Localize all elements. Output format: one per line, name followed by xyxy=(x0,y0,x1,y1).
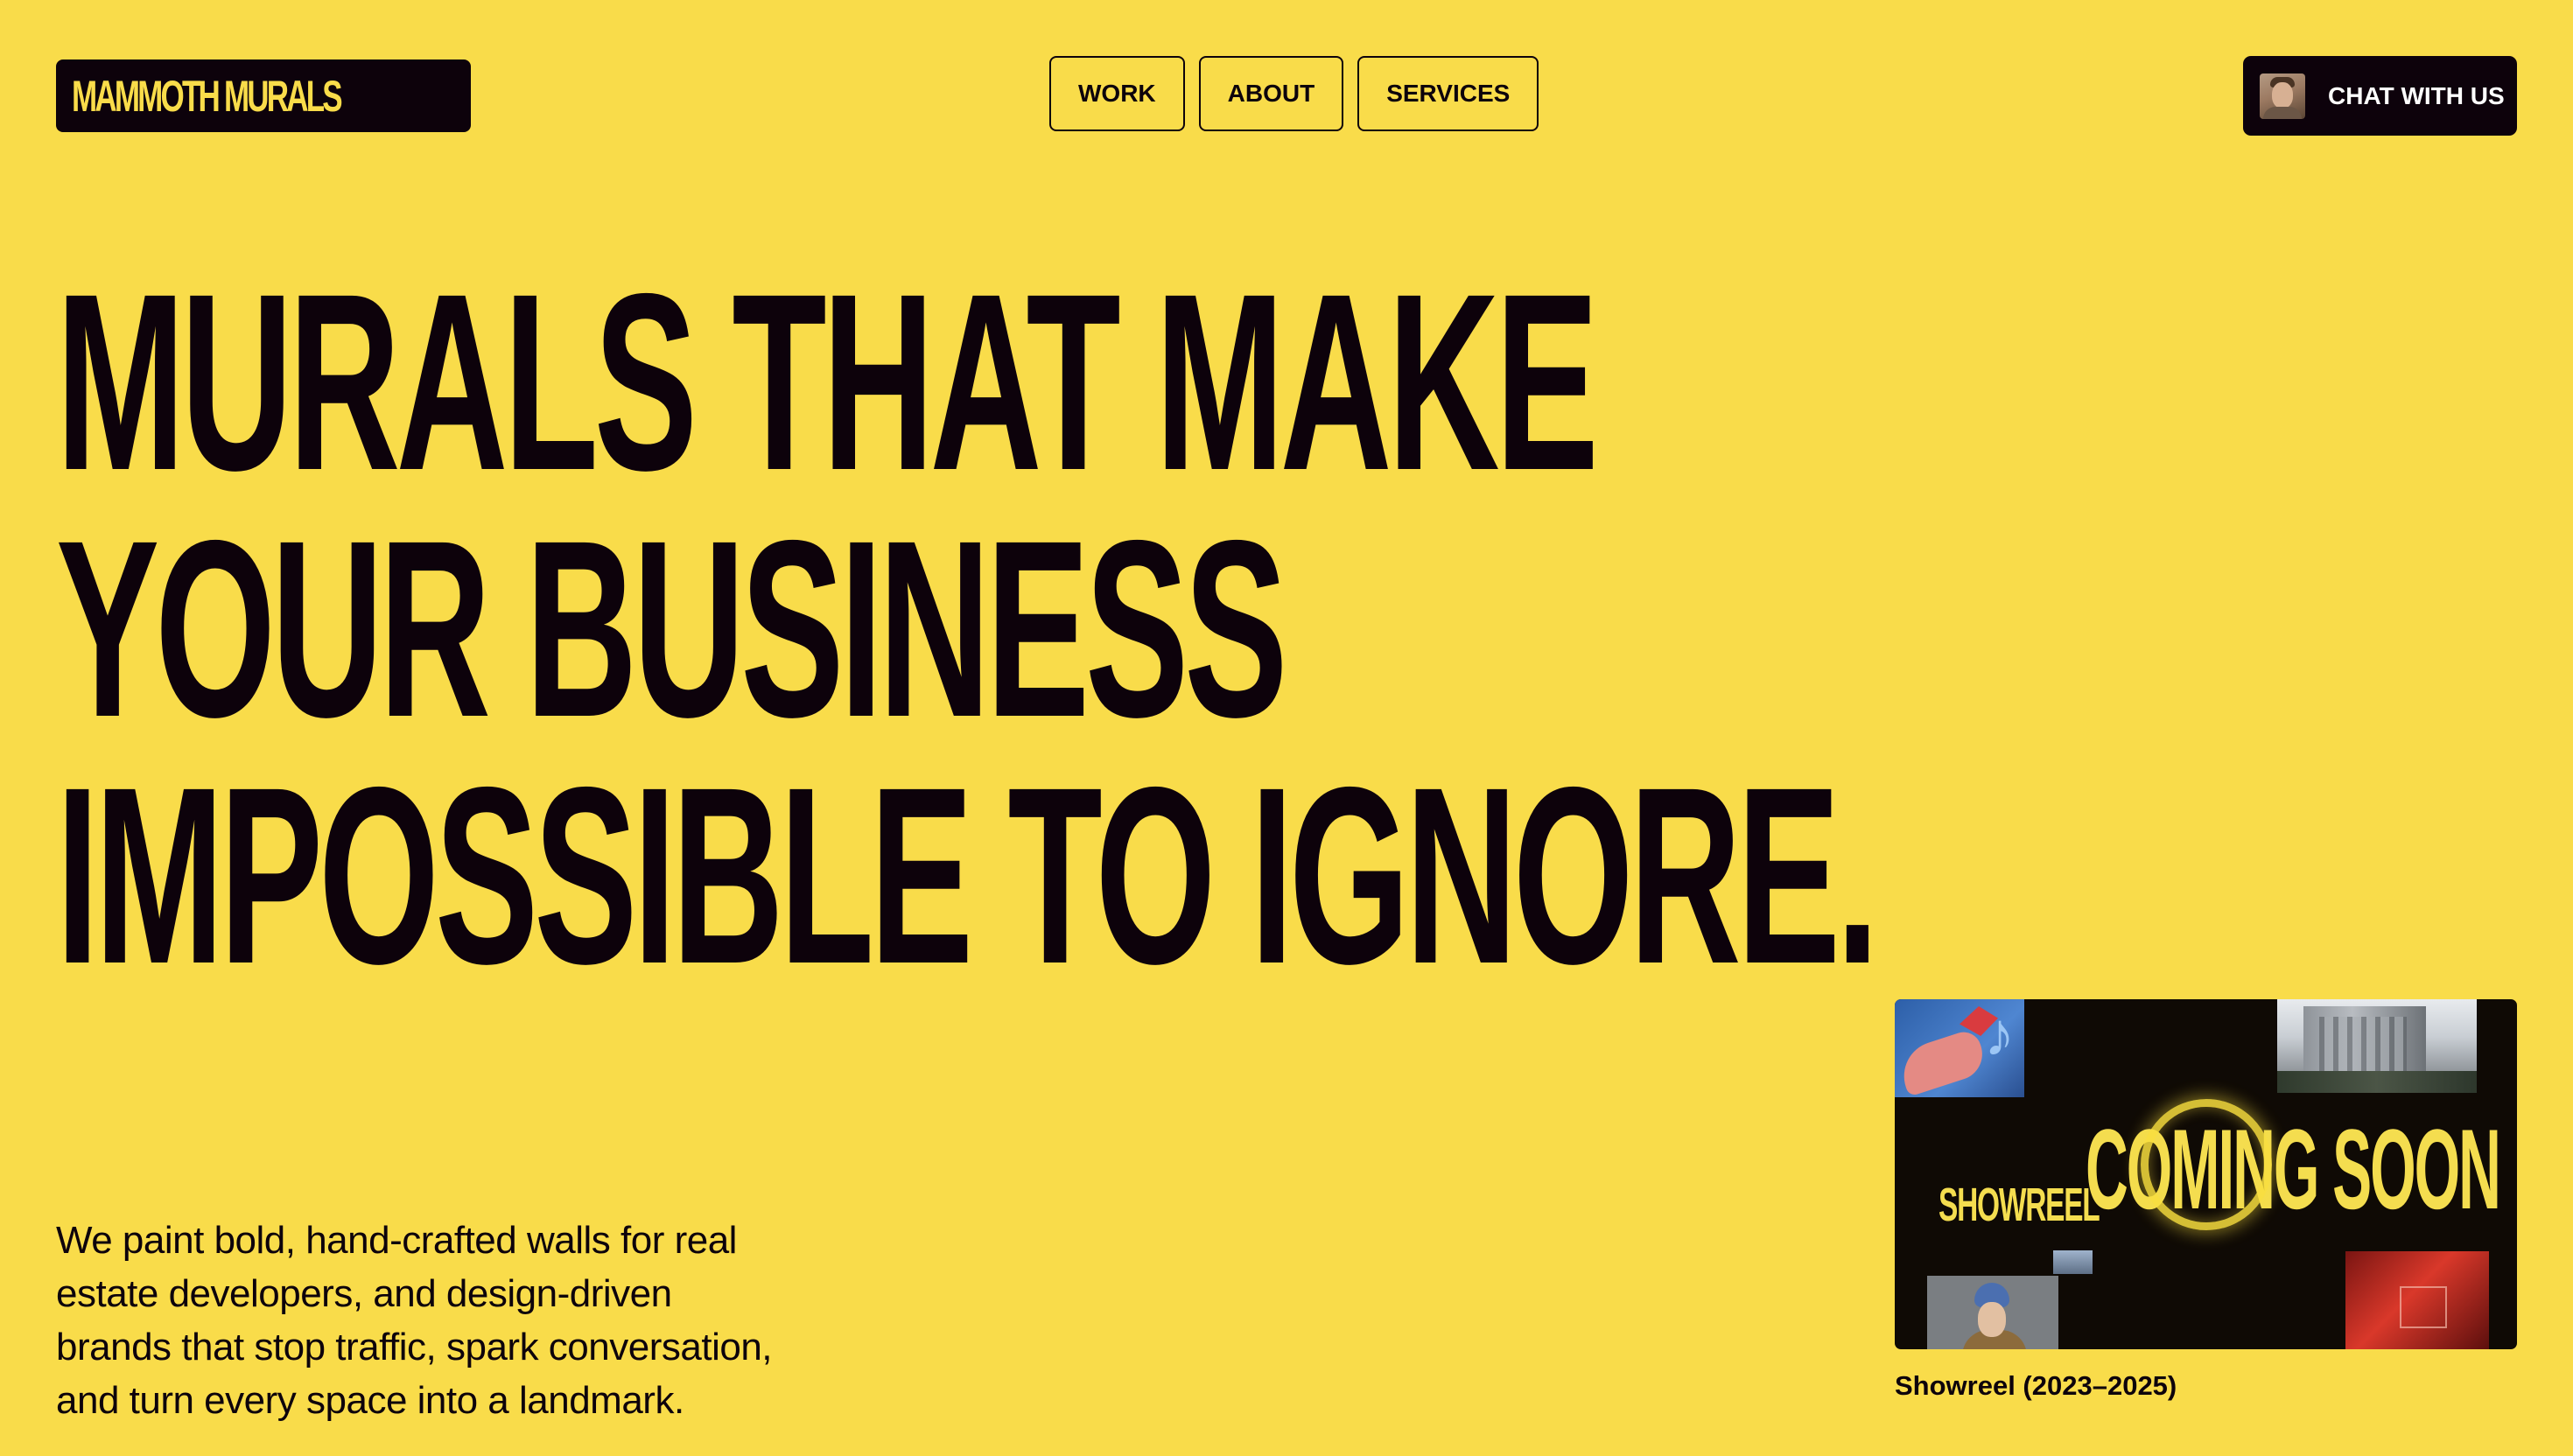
trees-shape xyxy=(2277,1071,2477,1093)
nav-work-button[interactable]: WORK xyxy=(1049,56,1185,131)
intro-line-4: and turn every space into a landmark. xyxy=(56,1379,684,1422)
nav-about-button[interactable]: ABOUT xyxy=(1198,56,1344,131)
nav-services-button[interactable]: SERVICES xyxy=(1357,56,1539,131)
headline-line-1: MURALS THAT MAKE xyxy=(56,242,1599,523)
showreel-video[interactable]: ♪ SHOWREEL COMING SOON xyxy=(1895,999,2517,1349)
thumb-small-building xyxy=(2053,1250,2093,1274)
page: MAMMOTH MURALS WORK ABOUT SERVICES CHAT … xyxy=(0,0,2573,1456)
thumb-building-mural xyxy=(2277,999,2477,1093)
portrait-face-shape xyxy=(1978,1302,2006,1337)
chat-button-label: CHAT WITH US xyxy=(2328,81,2505,109)
thumb-hand-crane-mural: ♪ xyxy=(1895,999,2024,1097)
avatar-face xyxy=(2272,81,2293,108)
logo[interactable]: MAMMOTH MURALS xyxy=(56,60,472,132)
headline-line-3: IMPOSSIBLE TO IGNORE. xyxy=(56,735,1879,1017)
intro-line-3: brands that stop traffic, spark conversa… xyxy=(56,1326,773,1368)
chat-with-us-button[interactable]: CHAT WITH US xyxy=(2243,56,2517,136)
thumb-red-mural xyxy=(2345,1251,2489,1349)
thumb-pearl-earring-mural xyxy=(1927,1276,2058,1349)
sign-shape xyxy=(2400,1286,2447,1328)
showreel-caption: Showreel (2023–2025) xyxy=(1895,1370,2177,1401)
hero-headline: MURALS THAT MAKE YOUR BUSINESS IMPOSSIBL… xyxy=(56,242,2573,1017)
headline-line-2: YOUR BUSINESS xyxy=(56,488,1287,770)
intro-line-1: We paint bold, hand-crafted walls for re… xyxy=(56,1219,737,1262)
intro-line-2: estate developers, and design-driven xyxy=(56,1272,672,1315)
hand-shape xyxy=(1895,1027,1989,1097)
coming-soon-text: COMING SOON xyxy=(2086,1105,2501,1233)
avatar xyxy=(2260,73,2305,119)
hero-intro: We paint bold, hand-crafted walls for re… xyxy=(56,1214,844,1427)
main-nav: WORK ABOUT SERVICES xyxy=(1049,56,1539,131)
music-note-icon: ♪ xyxy=(1984,1000,2015,1068)
showreel-label: SHOWREEL xyxy=(1939,1179,2100,1231)
building-mural-detail xyxy=(2319,1017,2407,1078)
logo-text: MAMMOTH MURALS xyxy=(72,71,343,121)
avatar-shirt xyxy=(2263,106,2302,119)
